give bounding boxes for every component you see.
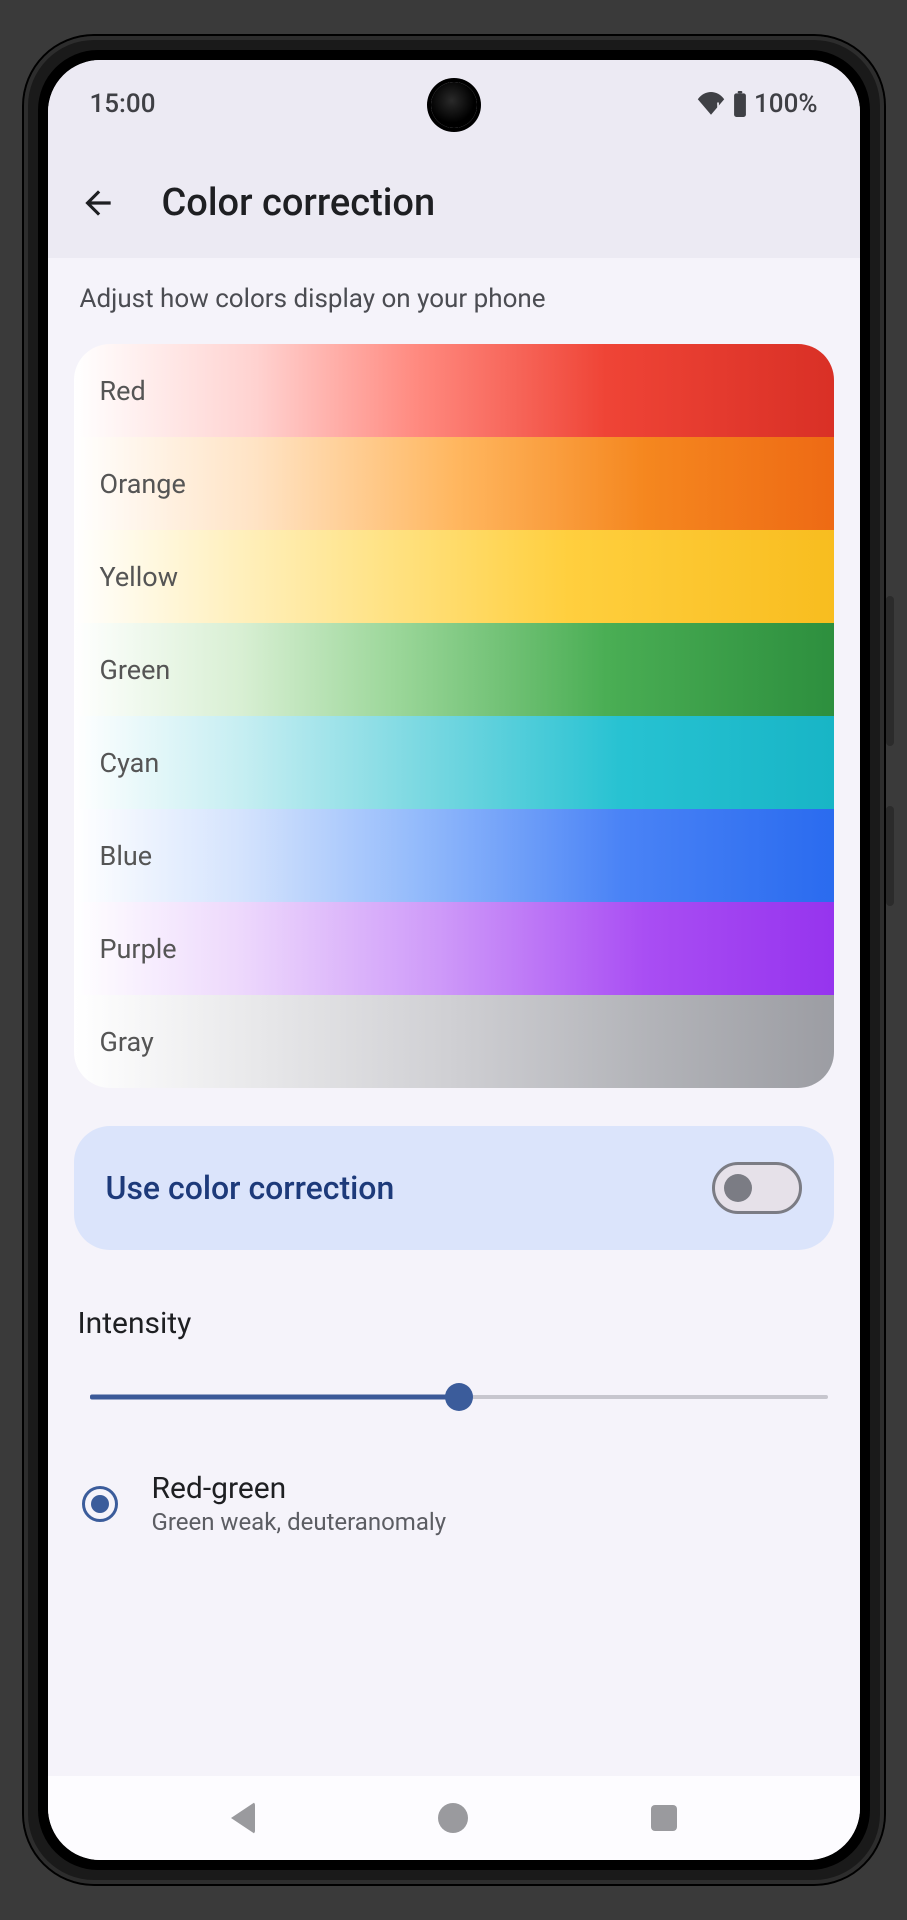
switch-knob <box>724 1174 752 1202</box>
nav-recent-button[interactable] <box>642 1796 686 1840</box>
wifi-icon: ! <box>696 92 726 116</box>
back-button[interactable] <box>74 179 122 227</box>
swatch-green: Green <box>74 623 834 716</box>
swatch-purple: Purple <box>74 902 834 995</box>
use-color-correction-switch[interactable] <box>712 1162 802 1214</box>
phone-frame: 15:00 ! 100% Color correction <box>24 36 884 1884</box>
swatch-gray: Gray <box>74 995 834 1088</box>
square-recent-icon <box>651 1805 677 1831</box>
slider-thumb[interactable] <box>445 1383 473 1411</box>
slider-fill <box>90 1395 459 1400</box>
swatch-red: Red <box>74 344 834 437</box>
toggle-label: Use color correction <box>106 1169 395 1207</box>
description-text: Adjust how colors display on your phone <box>74 284 834 314</box>
power-button <box>886 806 894 906</box>
radio-selected-icon <box>91 1495 109 1513</box>
swatch-cyan: Cyan <box>74 716 834 809</box>
nav-back-button[interactable] <box>221 1796 265 1840</box>
color-swatch-card: Red Orange Yellow Green Cyan Blue Purple… <box>74 344 834 1088</box>
navigation-bar <box>48 1776 860 1860</box>
swatch-label: Yellow <box>100 561 179 593</box>
nav-home-button[interactable] <box>431 1796 475 1840</box>
page-title: Color correction <box>162 181 436 225</box>
option-subtitle: Green weak, deuteranomaly <box>152 1508 447 1536</box>
svg-text:!: ! <box>716 100 719 114</box>
triangle-back-icon <box>231 1802 255 1834</box>
use-color-correction-row[interactable]: Use color correction <box>74 1126 834 1250</box>
swatch-label: Red <box>100 375 146 407</box>
content[interactable]: Adjust how colors display on your phone … <box>48 258 860 1776</box>
status-battery-pct: 100% <box>754 89 817 119</box>
volume-button <box>886 596 894 746</box>
intensity-slider[interactable] <box>90 1377 828 1417</box>
swatch-label: Blue <box>100 840 153 872</box>
front-camera <box>431 82 477 128</box>
intensity-title: Intensity <box>74 1306 834 1341</box>
swatch-yellow: Yellow <box>74 530 834 623</box>
status-time: 15:00 <box>90 89 156 119</box>
swatch-label: Purple <box>100 933 177 965</box>
app-header: Color correction <box>48 148 860 258</box>
swatch-label: Orange <box>100 468 186 500</box>
screen: 15:00 ! 100% Color correction <box>48 60 860 1860</box>
arrow-left-icon <box>79 184 117 222</box>
circle-home-icon <box>438 1803 468 1833</box>
option-title: Red-green <box>152 1471 447 1506</box>
option-red-green[interactable]: Red-green Green weak, deuteranomaly <box>74 1471 834 1546</box>
swatch-label: Gray <box>100 1026 154 1058</box>
swatch-orange: Orange <box>74 437 834 530</box>
radio-button[interactable] <box>82 1486 118 1522</box>
swatch-label: Green <box>100 654 171 686</box>
battery-icon <box>732 91 748 117</box>
swatch-label: Cyan <box>100 747 160 779</box>
swatch-blue: Blue <box>74 809 834 902</box>
